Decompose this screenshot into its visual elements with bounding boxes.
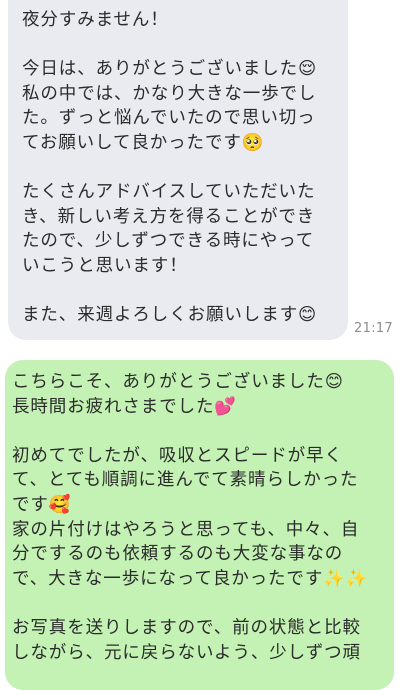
received-line — [22, 279, 348, 304]
received-line — [22, 33, 348, 58]
received-message-bubble[interactable]: 夜分すみません！ 今日は、ありがとうございました😌 私の中では、かなり大きな一歩… — [8, 0, 348, 340]
received-line: てお願いして良かったです🥺 — [22, 132, 265, 153]
received-line: 今日は、ありがとうございました😌 — [22, 59, 318, 80]
received-line: た。ずっと悩んでいたので思い切っ — [22, 108, 316, 129]
sent-line: 分でするのも依頼するのも大変な事なの — [12, 544, 344, 565]
sent-line: 家の片付けはやろうと思っても、中々、自 — [12, 519, 360, 540]
sent-line: こちらこそ、ありがとうございました😊 — [12, 372, 344, 392]
received-line: 夜分すみません！ — [22, 10, 169, 30]
received-line: たくさんアドバイスしていただいた — [22, 182, 316, 203]
sent-line: で、大きな一歩になって良かったです✨✨ — [12, 568, 369, 589]
received-line: また、来週よろしくお願いします😊 — [22, 305, 318, 326]
received-line: 私の中では、かなり大きな一歩でし — [22, 83, 317, 104]
sent-line: 初めてでしたが、吸収とスピードが早く — [12, 445, 343, 466]
sent-line: です🥰 — [12, 494, 72, 515]
sent-message-bubble[interactable]: こちらこそ、ありがとうございました😊 長時間お疲れさまでした💕 初めてでしたが、… — [5, 360, 394, 690]
sent-line — [12, 591, 394, 616]
sent-line — [12, 419, 394, 444]
message-timestamp: 21:17 — [354, 321, 393, 336]
received-line: いこうと思います！ — [22, 255, 188, 276]
sent-line: 長時間お疲れさまでした💕 — [12, 396, 238, 417]
sent-line: しながら、元に戻らないよう、少しずつ頑 — [12, 642, 361, 663]
received-line — [22, 156, 348, 181]
sent-line: お写真を送りしますので、前の状態と比較 — [12, 617, 361, 638]
received-line: たので、少しずつできる時にやって — [22, 231, 315, 252]
sent-line: て、とても順調に進んでて素晴らしかった — [12, 470, 359, 491]
received-line: き、新しい考え方を得ることができ — [22, 206, 316, 227]
